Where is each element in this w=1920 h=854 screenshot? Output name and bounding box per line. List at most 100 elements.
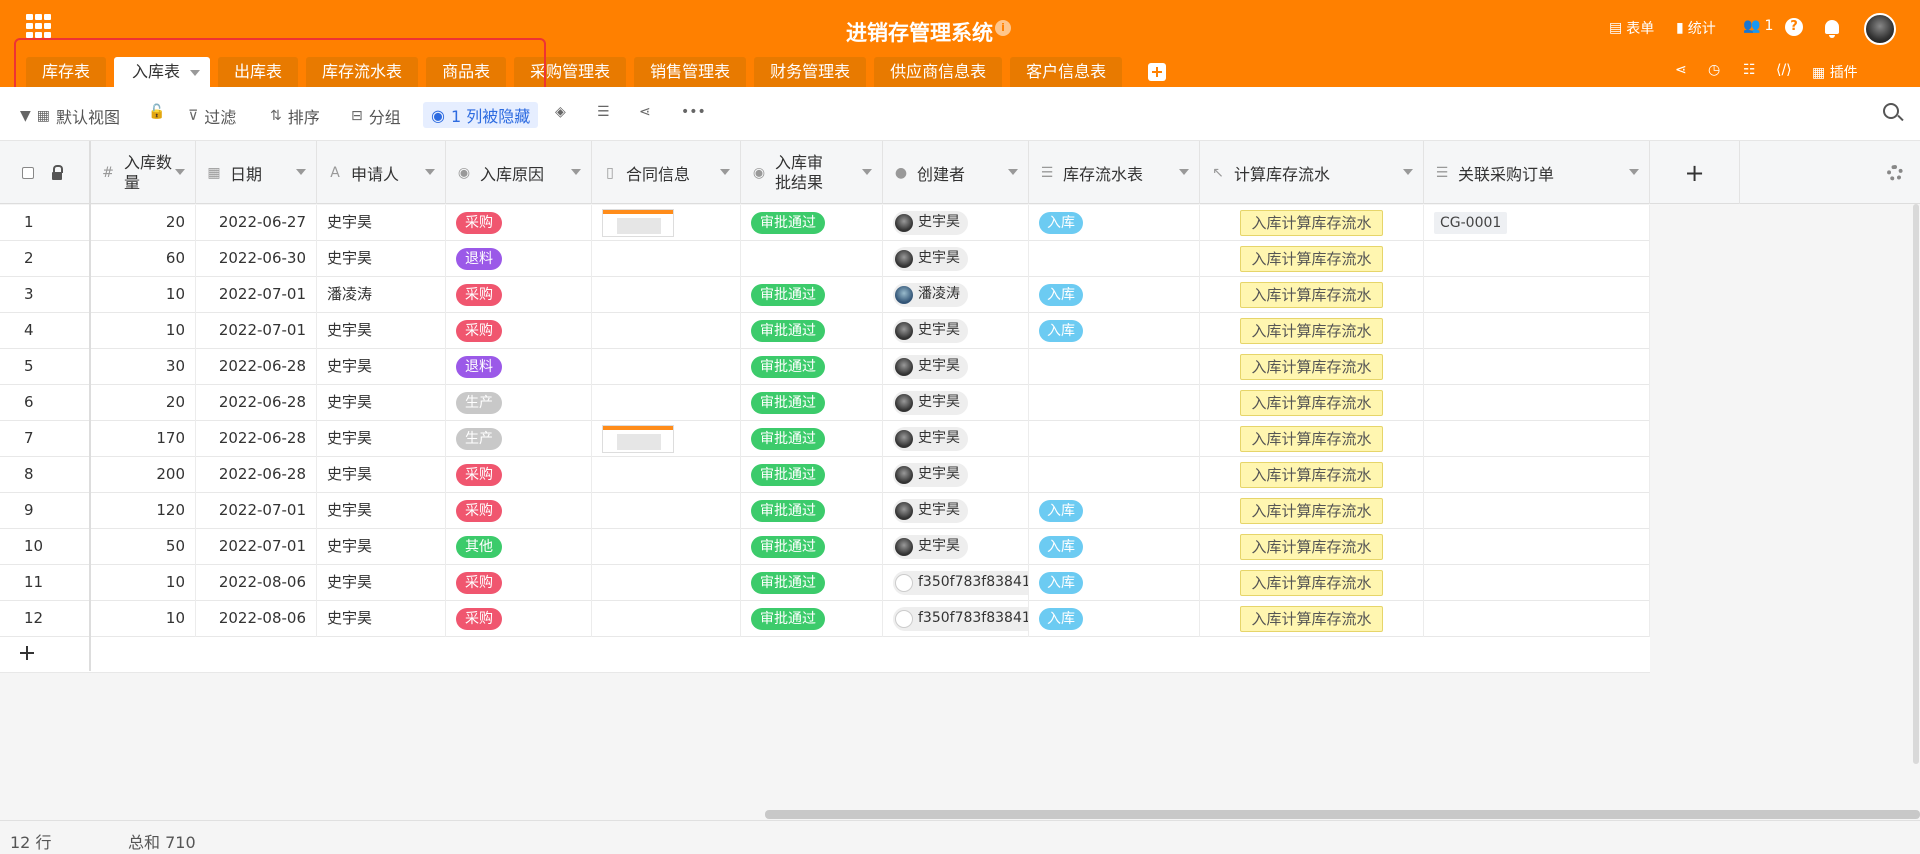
column-header-8[interactable]: ↖ 计算库存流水	[1200, 141, 1424, 204]
po-link-cell[interactable]	[1424, 565, 1650, 601]
applicant-cell[interactable]: 史宇昊	[317, 457, 446, 493]
creator-cell[interactable]: 史宇昊	[883, 313, 1029, 349]
qty-cell[interactable]: 20	[90, 385, 196, 421]
stats-button[interactable]: ▮ 统计	[1676, 18, 1716, 38]
column-header-2[interactable]: A 申请人	[317, 141, 446, 204]
approval-cell[interactable]: 审批通过	[741, 529, 883, 565]
reason-cell[interactable]: 其他	[446, 529, 592, 565]
row-number[interactable]: 11	[0, 565, 90, 601]
more-options-button[interactable]: •••	[681, 104, 706, 120]
creator-cell[interactable]: 史宇昊	[883, 493, 1029, 529]
flow-link-cell[interactable]: 入库	[1029, 313, 1200, 349]
settings-sliders-icon[interactable]: ☷	[1743, 62, 1756, 78]
contract-cell[interactable]	[592, 385, 741, 421]
row-height-button[interactable]: ☰	[597, 104, 610, 120]
row-number[interactable]: 6	[0, 385, 90, 421]
applicant-cell[interactable]: 史宇昊	[317, 421, 446, 457]
column-menu-chevron-icon[interactable]	[862, 169, 872, 175]
apps-grid-icon[interactable]	[26, 14, 52, 38]
po-link-cell[interactable]	[1424, 349, 1650, 385]
applicant-cell[interactable]: 史宇昊	[317, 205, 446, 241]
column-header-9[interactable]: ☰ 关联采购订单	[1424, 141, 1650, 204]
flow-link-cell[interactable]: 入库	[1029, 493, 1200, 529]
date-cell[interactable]: 2022-06-28	[196, 349, 317, 385]
contract-cell[interactable]	[592, 601, 741, 637]
column-header-1[interactable]: ▦ 日期	[196, 141, 317, 204]
creator-cell[interactable]: 史宇昊	[883, 529, 1029, 565]
contract-cell[interactable]	[592, 493, 741, 529]
approval-cell[interactable]: 审批通过	[741, 457, 883, 493]
calc-flow-button[interactable]: 入库计算库存流水	[1240, 209, 1383, 236]
column-header-3[interactable]: ◉ 入库原因	[446, 141, 592, 204]
flow-link-cell[interactable]: 入库	[1029, 601, 1200, 637]
add-column-button[interactable]: +	[1650, 141, 1740, 204]
date-cell[interactable]: 2022-06-28	[196, 421, 317, 457]
reason-cell[interactable]: 采购	[446, 313, 592, 349]
lock-icon[interactable]	[52, 164, 63, 180]
creator-cell[interactable]: 史宇昊	[883, 457, 1029, 493]
creator-cell[interactable]: 潘凌涛	[883, 277, 1029, 313]
sort-button[interactable]: ⇅ 排序	[270, 104, 320, 128]
column-menu-chevron-icon[interactable]	[296, 169, 306, 175]
flow-link-cell[interactable]	[1029, 349, 1200, 385]
contract-cell[interactable]	[592, 529, 741, 565]
column-header-7[interactable]: ☰ 库存流水表	[1029, 141, 1200, 204]
po-link-cell[interactable]	[1424, 385, 1650, 421]
applicant-cell[interactable]: 史宇昊	[317, 313, 446, 349]
add-row-icon[interactable]	[20, 646, 34, 660]
share-icon[interactable]: ⋖	[1675, 62, 1687, 78]
approval-cell[interactable]	[741, 241, 883, 277]
contract-cell[interactable]	[592, 241, 741, 277]
history-icon[interactable]: ◷	[1708, 62, 1720, 78]
flow-link-cell[interactable]	[1029, 385, 1200, 421]
applicant-cell[interactable]: 史宇昊	[317, 493, 446, 529]
user-avatar[interactable]	[1864, 13, 1896, 45]
approval-cell[interactable]: 审批通过	[741, 313, 883, 349]
calc-flow-button[interactable]: 入库计算库存流水	[1240, 353, 1383, 380]
creator-cell[interactable]: f350f783f83841	[883, 601, 1029, 637]
qty-cell[interactable]: 10	[90, 601, 196, 637]
row-number[interactable]: 7	[0, 421, 90, 457]
share-view-button[interactable]: ⋖	[639, 104, 651, 120]
calc-flow-button[interactable]: 入库计算库存流水	[1240, 533, 1383, 560]
approval-cell[interactable]: 审批通过	[741, 601, 883, 637]
hidden-columns-button[interactable]: ◉ 1 列被隐藏	[423, 102, 539, 128]
flow-link-cell[interactable]	[1029, 241, 1200, 277]
approval-cell[interactable]: 审批通过	[741, 385, 883, 421]
qty-cell[interactable]: 10	[90, 313, 196, 349]
qty-cell[interactable]: 10	[90, 565, 196, 601]
lock-view-button[interactable]: 🔓	[148, 104, 165, 120]
contract-cell[interactable]	[592, 349, 741, 385]
date-cell[interactable]: 2022-07-01	[196, 313, 317, 349]
row-number[interactable]: 5	[0, 349, 90, 385]
po-link-cell[interactable]	[1424, 601, 1650, 637]
attachment-thumbnail[interactable]	[602, 424, 674, 453]
po-link-cell[interactable]	[1424, 313, 1650, 349]
calc-flow-button[interactable]: 入库计算库存流水	[1240, 317, 1383, 344]
date-cell[interactable]: 2022-06-28	[196, 457, 317, 493]
calc-flow-button[interactable]: 入库计算库存流水	[1240, 281, 1383, 308]
row-number[interactable]: 9	[0, 493, 90, 529]
horizontal-scrollbar[interactable]	[765, 810, 1920, 819]
form-button[interactable]: ▤ 表单	[1609, 18, 1654, 38]
calc-flow-button[interactable]: 入库计算库存流水	[1240, 461, 1383, 488]
calc-flow-button[interactable]: 入库计算库存流水	[1240, 497, 1383, 524]
po-link-cell[interactable]	[1424, 457, 1650, 493]
creator-cell[interactable]: 史宇昊	[883, 349, 1029, 385]
add-table-icon[interactable]	[1148, 63, 1167, 81]
approval-cell[interactable]: 审批通过	[741, 565, 883, 601]
date-cell[interactable]: 2022-07-01	[196, 277, 317, 313]
column-menu-chevron-icon[interactable]	[1629, 169, 1639, 175]
reason-cell[interactable]: 退料	[446, 241, 592, 277]
applicant-cell[interactable]: 史宇昊	[317, 349, 446, 385]
contract-cell[interactable]	[592, 421, 741, 457]
date-cell[interactable]: 2022-08-06	[196, 565, 317, 601]
column-menu-chevron-icon[interactable]	[720, 169, 730, 175]
tab-6[interactable]: 销售管理表	[634, 57, 747, 87]
tab-9[interactable]: 客户信息表	[1010, 57, 1123, 87]
plugins-button[interactable]: ▦ 插件	[1812, 62, 1858, 82]
contract-cell[interactable]	[592, 277, 741, 313]
qty-cell[interactable]: 170	[90, 421, 196, 457]
row-number[interactable]: 1	[0, 205, 90, 241]
reason-cell[interactable]: 采购	[446, 457, 592, 493]
